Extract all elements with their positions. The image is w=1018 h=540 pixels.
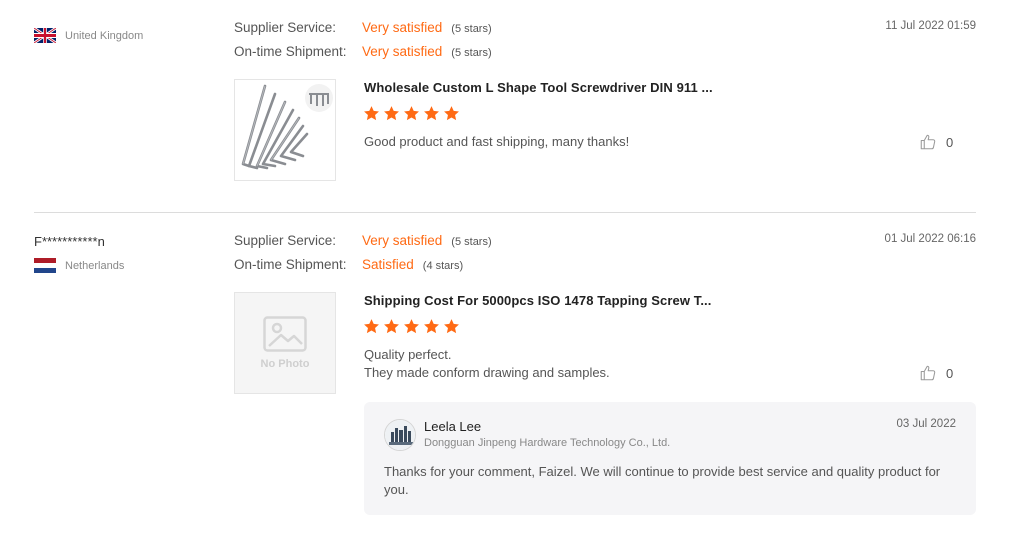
shipment-stars: (5 stars) [451, 47, 492, 59]
like-button[interactable]: 0 [919, 364, 953, 382]
country-name: United Kingdom [65, 29, 144, 42]
product-rating-stars [363, 318, 460, 335]
star-icon [364, 106, 379, 121]
star-icon [424, 319, 439, 334]
hex-key-set-image [235, 80, 335, 180]
like-button[interactable]: 0 [919, 133, 953, 151]
comment-line: Good product and fast shipping, many tha… [364, 134, 630, 149]
comment-line: They made conform drawing and samples. [364, 365, 610, 380]
review-date: 01 Jul 2022 06:16 [884, 233, 976, 245]
avatar [384, 419, 416, 451]
supplier-service-stars: (5 stars) [451, 236, 492, 248]
shipment-label: On-time Shipment: [234, 44, 347, 59]
product-title-link[interactable]: Shipping Cost For 5000pcs ISO 1478 Tappi… [364, 293, 711, 308]
product-thumbnail[interactable]: No Photo [234, 292, 336, 394]
shipment-rating: On-time Shipment: Satisfied (4 stars) [234, 257, 463, 272]
country-name: Netherlands [65, 259, 125, 272]
star-icon [444, 319, 459, 334]
supplier-reply: Leela Lee Dongguan Jinpeng Hardware Tech… [364, 402, 976, 515]
reviewer-name: F***********n [34, 234, 105, 249]
product-thumbnail[interactable] [234, 79, 336, 181]
uk-flag-icon [34, 28, 56, 43]
star-icon [404, 319, 419, 334]
company-logo-icon [385, 420, 415, 450]
shipment-value: Very satisfied [362, 44, 443, 59]
supplier-service-stars: (5 stars) [451, 23, 492, 35]
reply-text: Thanks for your comment, Faizel. We will… [384, 464, 941, 497]
supplier-service-rating: Supplier Service: Very satisfied (5 star… [234, 20, 492, 35]
no-photo-label: No Photo [260, 358, 310, 370]
shipment-rating: On-time Shipment: Very satisfied (5 star… [234, 44, 492, 59]
netherlands-flag-icon [34, 258, 56, 273]
reply-author-name: Leela Lee [424, 419, 482, 434]
shipment-stars: (4 stars) [422, 260, 464, 272]
review-item: F***********n Netherlands Supplier Servi… [0, 213, 1018, 540]
reply-date: 03 Jul 2022 [896, 418, 956, 430]
shipment-label: On-time Shipment: [234, 257, 347, 272]
comment-line: Quality perfect. [364, 347, 452, 362]
supplier-service-label: Supplier Service: [234, 233, 337, 248]
star-icon [404, 106, 419, 121]
shipment-value: Satisfied [362, 257, 414, 272]
star-icon [384, 319, 399, 334]
supplier-service-label: Supplier Service: [234, 20, 337, 35]
star-icon [384, 106, 399, 121]
reviewer-country: United Kingdom [34, 28, 143, 43]
reply-company-name: Dongguan Jinpeng Hardware Technology Co.… [424, 437, 671, 449]
like-count: 0 [946, 365, 954, 381]
star-icon [444, 106, 459, 121]
thumbs-up-icon [920, 365, 936, 381]
star-icon [424, 106, 439, 121]
review-comment: Good product and fast shipping, many tha… [364, 133, 629, 151]
star-icon [364, 319, 379, 334]
thumbs-up-icon [920, 134, 936, 150]
reviewer-country: Netherlands [34, 258, 124, 273]
product-rating-stars [363, 105, 460, 122]
product-title-link[interactable]: Wholesale Custom L Shape Tool Screwdrive… [364, 80, 713, 95]
review-date: 11 Jul 2022 01:59 [885, 20, 976, 32]
image-placeholder-icon [263, 316, 307, 352]
review-item: United Kingdom Supplier Service: Very sa… [0, 0, 1018, 212]
review-comment: Quality perfect. They made conform drawi… [364, 346, 610, 382]
supplier-service-value: Very satisfied [362, 233, 443, 248]
supplier-service-value: Very satisfied [362, 20, 443, 35]
like-count: 0 [946, 134, 954, 150]
supplier-service-rating: Supplier Service: Very satisfied (5 star… [234, 233, 492, 248]
